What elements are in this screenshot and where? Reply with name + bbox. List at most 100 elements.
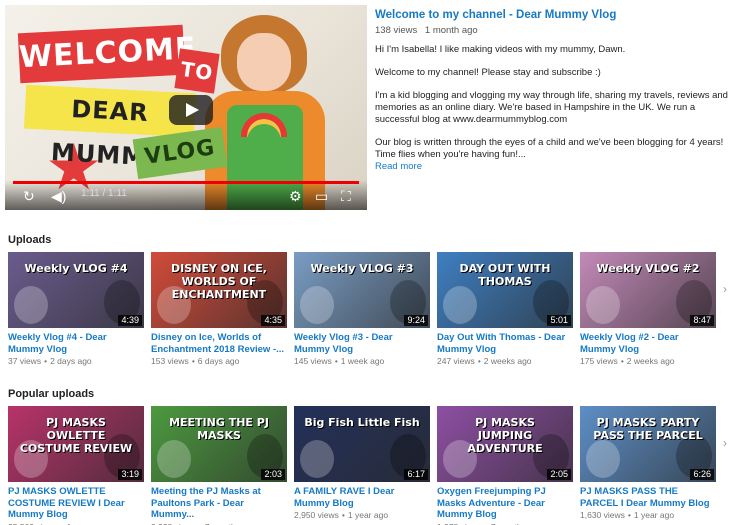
video-title-link[interactable]: Oxygen Freejumping PJ Masks Adventure - … [437, 486, 573, 521]
channel-page: ★ WELCOME TO DEAR MUMMY VLOG ↻ ◀) 1:11 /… [0, 0, 735, 525]
video-card[interactable]: MEETING THE PJ MASKS 2:03 Meeting the PJ M… [151, 406, 287, 525]
video-duration: 4:39 [118, 315, 142, 326]
featured-age: 1 month ago [424, 25, 478, 36]
thumbnail-text: Weekly VLOG #4 [24, 262, 128, 275]
play-button[interactable] [169, 95, 213, 125]
video-meta: 3,228 views•7 months ago [151, 522, 287, 525]
player-controls: ↻ ◀) 1:11 / 1:11 ⚙ ▭ ⛶ [5, 180, 367, 210]
video-meta: 1,978 views•7 months ago [437, 522, 573, 525]
video-thumbnail[interactable]: PJ MASKS JUMPING ADVENTURE 2:05 [437, 406, 573, 482]
video-age: 7 months ago [205, 522, 257, 525]
time-display: 1:11 / 1:11 [81, 188, 127, 199]
description-line: I'm a kid blogging and vlogging my way t… [375, 90, 728, 125]
thumbnail-text: MEETING THE PJ MASKS [169, 416, 269, 442]
meta-separator: • [334, 356, 338, 366]
video-title-link[interactable]: Weekly Vlog #4 - Dear Mummy Vlog [8, 332, 144, 355]
video-card[interactable]: PJ MASKS JUMPING ADVENTURE 2:05 Oxygen Fre… [437, 406, 573, 525]
video-card[interactable]: Weekly VLOG #2 8:47 Weekly Vlog #2 - Dear … [580, 252, 716, 367]
video-views: 2,950 views [294, 510, 339, 520]
cast-icon[interactable]: ▭ [315, 188, 328, 204]
meta-separator: • [620, 356, 624, 366]
thumbnail-shape [443, 286, 477, 324]
gear-icon[interactable]: ⚙ [289, 188, 302, 204]
video-card[interactable]: Weekly VLOG #4 4:39 Weekly Vlog #4 - Dear … [8, 252, 144, 367]
video-player[interactable]: ★ WELCOME TO DEAR MUMMY VLOG ↻ ◀) 1:11 /… [5, 5, 367, 210]
video-age: 2 days ago [50, 356, 92, 366]
meta-separator: • [61, 522, 64, 525]
video-title-link[interactable]: Weekly Vlog #2 - Dear Mummy Vlog [580, 332, 716, 355]
video-views: 25,569 views [8, 522, 58, 525]
video-card[interactable]: Big Fish Little Fish 6:17 A FAMILY RAVE I … [294, 406, 430, 521]
video-views: 3,228 views [151, 522, 196, 525]
video-thumbnail[interactable]: Weekly VLOG #2 8:47 [580, 252, 716, 328]
video-thumbnail[interactable]: Big Fish Little Fish 6:17 [294, 406, 430, 482]
thumbnail-text: DISNEY ON ICE, WORLDS OF ENCHANTMENT [171, 262, 267, 301]
video-title-link[interactable]: A FAMILY RAVE I Dear Mummy Blog [294, 486, 430, 509]
featured-title-link[interactable]: Welcome to my channel - Dear Mummy Vlog [375, 8, 730, 22]
popular-shelf: Popular uploads PJ MASKS OWLETTE COSTUME… [0, 376, 735, 525]
banner-welcome: WELCOME [17, 24, 197, 84]
video-duration: 9:24 [404, 315, 428, 326]
video-meta: 145 views • 1 week ago [294, 356, 430, 367]
thumbnail-text: PJ MASKS OWLETTE COSTUME REVIEW [19, 416, 133, 455]
video-title-link[interactable]: Disney on Ice, Worlds of Enchantment 201… [151, 332, 287, 355]
thumbnail-text: PJ MASKS PARTY PASS THE PARCEL [593, 416, 703, 442]
video-thumbnail[interactable]: Weekly VLOG #3 9:24 [294, 252, 430, 328]
description-line: Hi I'm Isabella! I like making videos wi… [375, 44, 626, 55]
progress-bar[interactable] [13, 181, 359, 184]
meta-separator: • [485, 522, 488, 525]
thumbnail-text: DAY OUT WITH THOMAS [459, 262, 551, 288]
video-title-link[interactable]: PJ MASKS OWLETTE COSTUME REVIEW I Dear M… [8, 486, 144, 521]
chevron-right-icon[interactable]: › [723, 282, 727, 296]
video-meta: 25,569 views•1 year ago [8, 522, 144, 525]
video-card[interactable]: PJ MASKS OWLETTE COSTUME REVIEW 3:19 PJ MA… [8, 406, 144, 525]
featured-section: ★ WELCOME TO DEAR MUMMY VLOG ↻ ◀) 1:11 /… [0, 0, 735, 218]
description-line: Our blog is written through the eyes of … [375, 137, 724, 160]
thumbnail-text: Big Fish Little Fish [304, 416, 420, 429]
video-thumbnail[interactable]: PJ MASKS PARTY PASS THE PARCEL 6:26 [580, 406, 716, 482]
video-duration: 6:26 [690, 469, 714, 480]
thumbnail-shape [586, 286, 620, 324]
video-thumbnail[interactable]: DISNEY ON ICE, WORLDS OF ENCHANTMENT 4:35 [151, 252, 287, 328]
video-meta: 1,630 views • 1 year ago [580, 510, 716, 521]
chevron-right-icon[interactable]: › [723, 436, 727, 450]
thumbnail-shape [14, 286, 48, 324]
read-more-link[interactable]: Read more [375, 161, 730, 173]
video-duration: 6:17 [404, 469, 428, 480]
video-title-link[interactable]: PJ MASKS PASS THE PARCEL I Dear Mummy Bl… [580, 486, 716, 509]
shelf-heading[interactable]: Uploads [8, 234, 51, 246]
video-title-link[interactable]: Meeting the PJ Masks at Paultons Park - … [151, 486, 287, 521]
video-thumbnail[interactable]: Weekly VLOG #4 4:39 [8, 252, 144, 328]
video-age: 7 months ago [491, 522, 543, 525]
video-card[interactable]: DAY OUT WITH THOMAS 5:01 Day Out With Thom… [437, 252, 573, 367]
description-line: Welcome to my channel! Please stay and s… [375, 67, 601, 78]
video-card[interactable]: DISNEY ON ICE, WORLDS OF ENCHANTMENT 4:35… [151, 252, 287, 367]
volume-icon[interactable]: ◀) [51, 188, 66, 204]
video-thumbnail[interactable]: MEETING THE PJ MASKS 2:03 [151, 406, 287, 482]
thumbnail-shape [300, 440, 334, 478]
video-thumbnail[interactable]: DAY OUT WITH THOMAS 5:01 [437, 252, 573, 328]
video-card[interactable]: Weekly VLOG #3 9:24 Weekly Vlog #3 - Dear … [294, 252, 430, 367]
video-title-link[interactable]: Weekly Vlog #3 - Dear Mummy Vlog [294, 332, 430, 355]
fullscreen-icon[interactable]: ⛶ [341, 188, 351, 204]
video-title-link[interactable]: Day Out With Thomas - Dear Mummy Vlog [437, 332, 573, 355]
thumbnail-shape [157, 440, 191, 478]
banner-to: TO [174, 48, 220, 94]
featured-description: Hi I'm Isabella! I like making videos wi… [375, 44, 730, 161]
shelf-heading[interactable]: Popular uploads [8, 388, 94, 400]
video-views: 37 views [8, 356, 42, 366]
video-meta: 247 views • 2 weeks ago [437, 356, 573, 367]
video-duration: 3:19 [118, 469, 142, 480]
video-views: 153 views [151, 356, 189, 366]
video-age: 2 weeks ago [626, 356, 675, 366]
replay-icon[interactable]: ↻ [23, 188, 35, 204]
video-meta: 37 views • 2 days ago [8, 356, 144, 367]
video-thumbnail[interactable]: PJ MASKS OWLETTE COSTUME REVIEW 3:19 [8, 406, 144, 482]
meta-separator: • [477, 356, 481, 366]
video-meta: 2,950 views • 1 year ago [294, 510, 430, 521]
thumbnail-shape [300, 286, 334, 324]
video-age: 1 year ago [67, 522, 107, 525]
video-age: 1 year ago [633, 510, 675, 520]
video-card[interactable]: PJ MASKS PARTY PASS THE PARCEL 6:26 PJ MAS… [580, 406, 716, 521]
video-duration: 2:05 [547, 469, 571, 480]
